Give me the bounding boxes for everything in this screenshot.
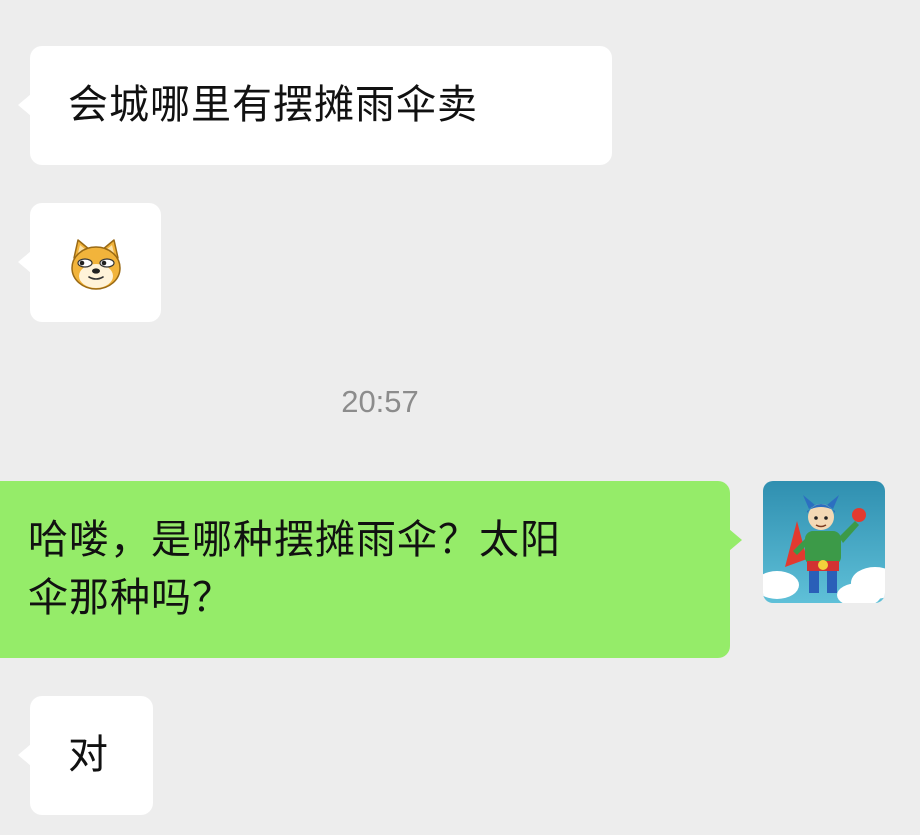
user-avatar[interactable]	[763, 481, 885, 603]
bubble-tail	[18, 744, 31, 766]
chat-timestamp: 20:57	[341, 384, 419, 419]
bubble-tail	[18, 251, 31, 273]
incoming-emoji-bubble[interactable]	[18, 203, 161, 322]
doge-face-icon	[71, 239, 121, 290]
message-text: 会城哪里有摆摊雨伞卖	[68, 82, 478, 128]
message-text: 对	[68, 732, 109, 778]
incoming-message-bubble[interactable]: 对	[18, 696, 153, 815]
bubble-tail	[729, 529, 742, 551]
message-text: 哈喽，是哪种摆摊雨伞？太阳 伞那种吗？	[28, 517, 561, 621]
superhero-avatar-icon	[763, 481, 885, 603]
bubble-tail	[18, 94, 31, 116]
incoming-message-bubble[interactable]: 会城哪里有摆摊雨伞卖	[18, 46, 612, 165]
outgoing-message-bubble[interactable]: 哈喽，是哪种摆摊雨伞？太阳 伞那种吗？	[0, 481, 742, 658]
